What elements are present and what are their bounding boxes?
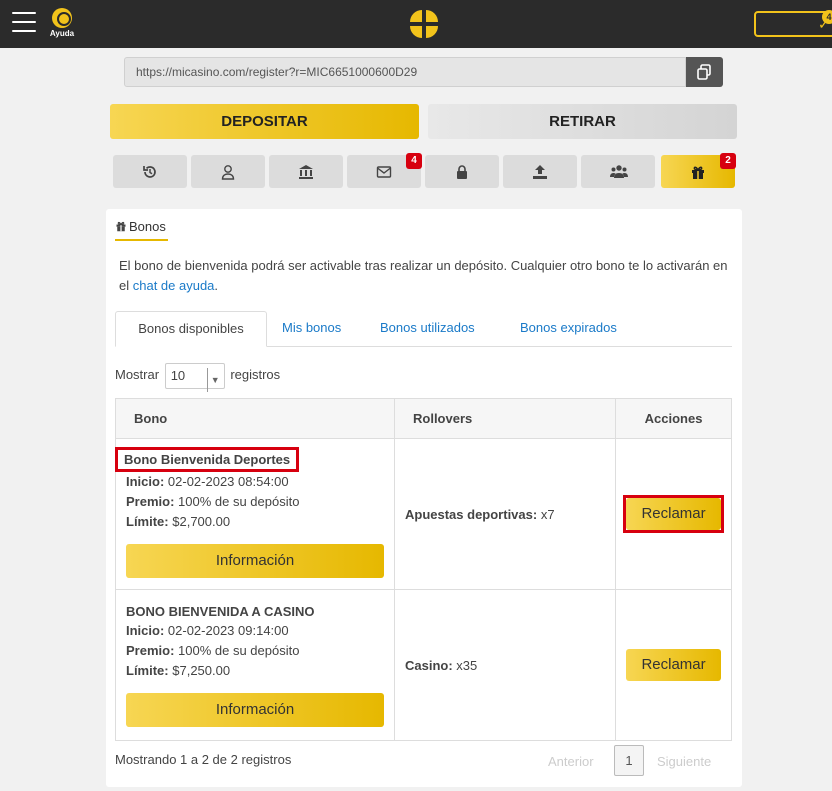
- top-bar: Ayuda ✓ 4: [0, 0, 832, 48]
- pager-page-1[interactable]: 1: [614, 745, 644, 776]
- tab-history[interactable]: [113, 155, 187, 188]
- account-button[interactable]: ✓: [754, 11, 832, 37]
- bonus-prize: Premio: 100% de su depósito: [126, 643, 300, 658]
- referral-link-field[interactable]: https://micasino.com/register?r=MIC66510…: [124, 57, 686, 87]
- copy-button[interactable]: [686, 57, 723, 87]
- bonus-limit: Límite: $2,700.00: [126, 513, 231, 529]
- bonus-tabs: Bonos disponibles Mis bonos Bonos utiliz…: [115, 311, 732, 347]
- pager-previous[interactable]: Anterior: [548, 754, 594, 769]
- tab-available-bonuses[interactable]: Bonos disponibles: [115, 311, 267, 347]
- bonus-start: Inicio: 02-02-2023 08:54:00: [126, 473, 289, 489]
- chevron-down-icon: ▼: [206, 367, 220, 392]
- tab-expired-bonuses[interactable]: Bonos expirados: [520, 311, 617, 347]
- page-length-select[interactable]: 10 ▼: [164, 362, 225, 392]
- info-button[interactable]: Información: [126, 693, 384, 727]
- info-button[interactable]: Información: [126, 543, 384, 578]
- bonus-name: BONO BIENVENIDA A CASINO: [126, 604, 315, 619]
- gift-icon: [116, 221, 126, 232]
- help-label: Ayuda: [49, 29, 75, 38]
- tab-bank[interactable]: [269, 155, 343, 188]
- lock-icon: [457, 165, 467, 179]
- bonuses-badge: 2: [720, 153, 736, 169]
- tab-profile[interactable]: [191, 155, 265, 188]
- withdraw-button[interactable]: RETIRAR: [428, 104, 737, 139]
- table-row: Bono Bienvenida Deportes Inicio: 02-02-2…: [115, 438, 732, 590]
- users-icon: [610, 165, 628, 178]
- notification-badge: 4: [822, 10, 832, 24]
- table-row: BONO BIENVENIDA A CASINO Inicio: 02-02-2…: [115, 589, 732, 741]
- intro-text: El bono de bienvenida podrá ser activabl…: [119, 258, 728, 293]
- bonus-limit: Límite: $7,250.00: [126, 663, 231, 678]
- casino-logo[interactable]: [410, 10, 438, 38]
- tab-referrals[interactable]: [581, 155, 655, 188]
- bonus-name: Bono Bienvenida Deportes: [115, 446, 300, 472]
- bonus-rollover: Casino: x35: [393, 589, 617, 741]
- bonus-start: Inicio: 02-02-2023 09:14:00: [126, 623, 289, 638]
- user-icon: [221, 165, 235, 180]
- deposit-button[interactable]: DEPOSITAR: [110, 104, 419, 139]
- upload-icon: [533, 165, 547, 179]
- column-header-bono[interactable]: Bono: [115, 398, 395, 439]
- bonuses-table: Bono Rollovers Acciones Bono Bienvenida …: [115, 398, 732, 741]
- help-button[interactable]: Ayuda: [48, 8, 76, 38]
- column-header-rollovers[interactable]: Rollovers: [393, 398, 617, 439]
- mail-icon: [376, 166, 392, 178]
- headset-icon: [52, 8, 72, 28]
- history-icon: [143, 166, 156, 178]
- tab-security[interactable]: [425, 155, 499, 188]
- tab-upload[interactable]: [503, 155, 577, 188]
- bonus-prize: Premio: 100% de su depósito: [126, 493, 300, 509]
- tab-used-bonuses[interactable]: Bonos utilizados: [380, 311, 475, 347]
- table-info: Mostrando 1 a 2 de 2 registros: [115, 752, 292, 767]
- page-length-control: Mostrar 10 ▼ registros: [115, 362, 280, 392]
- claim-button[interactable]: Reclamar: [626, 649, 722, 681]
- help-chat-link[interactable]: chat de ayuda: [133, 278, 215, 293]
- menu-icon[interactable]: [12, 12, 36, 34]
- copy-icon: [697, 64, 711, 80]
- tab-my-bonuses[interactable]: Mis bonos: [282, 311, 341, 347]
- section-title: Bonos: [115, 219, 168, 241]
- messages-badge: 4: [406, 153, 422, 169]
- claim-button[interactable]: Reclamar: [626, 498, 722, 530]
- column-header-actions: Acciones: [615, 398, 732, 439]
- bonus-rollover: Apuestas deportivas: x7: [393, 438, 617, 590]
- pager-next[interactable]: Siguiente: [657, 754, 711, 769]
- gift-icon: [692, 166, 704, 179]
- bank-icon: [299, 165, 313, 179]
